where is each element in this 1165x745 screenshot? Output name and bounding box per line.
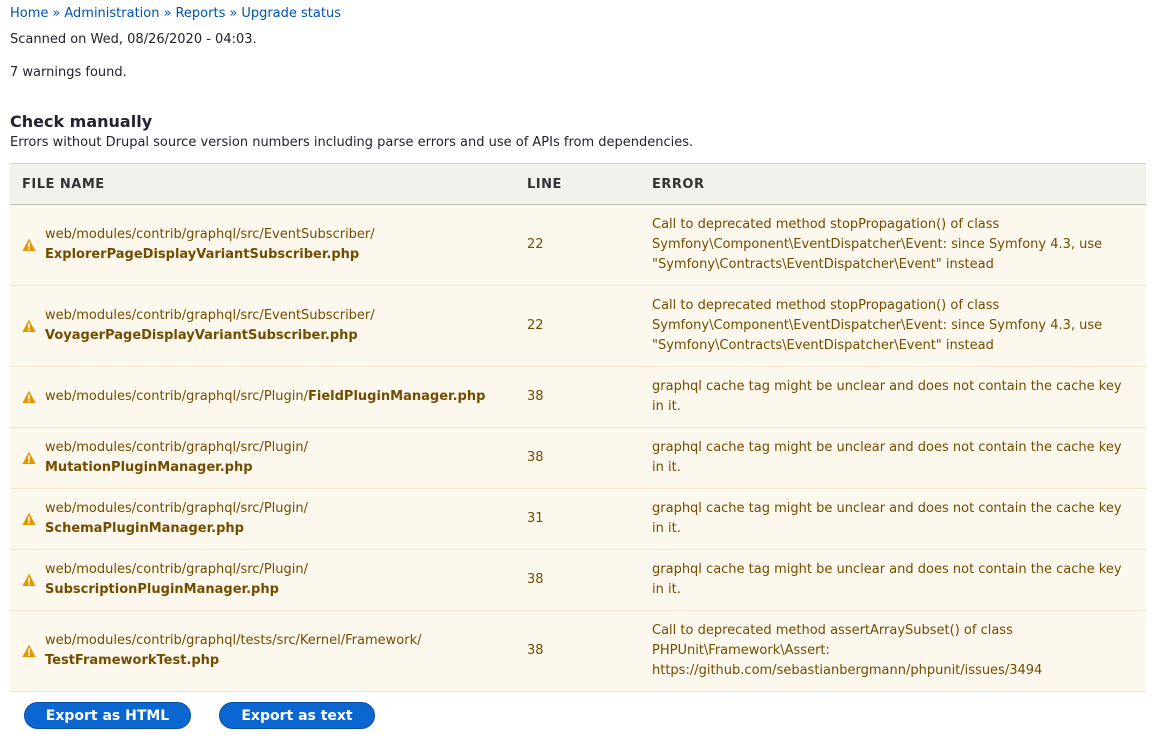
warning-icon bbox=[22, 644, 36, 657]
file-name: TestFrameworkTest.php bbox=[45, 653, 220, 668]
file-path: web/modules/contrib/graphql/src/Plugin/ bbox=[45, 501, 308, 516]
line-number: 22 bbox=[515, 204, 640, 286]
breadcrumb-home[interactable]: Home bbox=[10, 6, 48, 21]
file-name: FieldPluginManager.php bbox=[308, 389, 486, 404]
table-row: web/modules/contrib/graphql/src/Plugin/M… bbox=[10, 427, 1146, 489]
breadcrumb-administration[interactable]: Administration bbox=[64, 6, 159, 21]
line-number: 38 bbox=[515, 427, 640, 489]
export-html-button[interactable]: Export as HTML bbox=[24, 702, 191, 729]
table-row: web/modules/contrib/graphql/src/EventSub… bbox=[10, 204, 1146, 286]
file-cell: web/modules/contrib/graphql/src/Plugin/S… bbox=[10, 549, 515, 611]
header-line: LINE bbox=[515, 163, 640, 205]
breadcrumb-separator: » bbox=[52, 6, 61, 21]
table-row: web/modules/contrib/graphql/src/Plugin/F… bbox=[10, 366, 1146, 428]
line-number: 31 bbox=[515, 488, 640, 550]
error-message: graphql cache tag might be unclear and d… bbox=[640, 488, 1146, 550]
section-description: Errors without Drupal source version num… bbox=[10, 135, 694, 150]
header-error: ERROR bbox=[640, 163, 1146, 205]
error-message: graphql cache tag might be unclear and d… bbox=[640, 427, 1146, 489]
file-cell: web/modules/contrib/graphql/src/Plugin/S… bbox=[10, 488, 515, 550]
file-path: web/modules/contrib/graphql/src/EventSub… bbox=[45, 227, 375, 242]
error-message: graphql cache tag might be unclear and d… bbox=[640, 549, 1146, 611]
breadcrumb-separator: » bbox=[229, 6, 238, 21]
file-name: ExplorerPageDisplayVariantSubscriber.php bbox=[45, 247, 360, 262]
file-cell: web/modules/contrib/graphql/src/EventSub… bbox=[10, 285, 515, 367]
line-number: 38 bbox=[515, 610, 640, 692]
file-name: SchemaPluginManager.php bbox=[45, 521, 244, 536]
header-file-name: FILE NAME bbox=[10, 163, 515, 205]
file-path: web/modules/contrib/graphql/src/Plugin/ bbox=[45, 562, 308, 577]
breadcrumb: Home» Administration» Reports» Upgrade stat… bbox=[10, 5, 341, 22]
file-path: web/modules/contrib/graphql/src/Plugin/ bbox=[45, 389, 308, 404]
error-message: Call to deprecated method stopPropagatio… bbox=[640, 285, 1146, 367]
file-cell: web/modules/contrib/graphql/src/Plugin/F… bbox=[10, 366, 515, 428]
line-number: 38 bbox=[515, 366, 640, 428]
warning-icon bbox=[22, 319, 36, 332]
file-name: SubscriptionPluginManager.php bbox=[45, 582, 279, 597]
warning-icon bbox=[22, 238, 36, 251]
error-message: Call to deprecated method assertArraySub… bbox=[640, 610, 1146, 692]
warning-icon bbox=[22, 512, 36, 525]
line-number: 38 bbox=[515, 549, 640, 611]
file-name: VoyagerPageDisplayVariantSubscriber.php bbox=[45, 328, 358, 343]
warnings-count: 7 warnings found. bbox=[10, 65, 127, 80]
scan-date: Scanned on Wed, 08/26/2020 - 04:03. bbox=[10, 32, 257, 47]
error-message: graphql cache tag might be unclear and d… bbox=[640, 366, 1146, 428]
breadcrumb-upgrade-status[interactable]: Upgrade status bbox=[241, 6, 341, 21]
file-path: web/modules/contrib/graphql/tests/src/Ke… bbox=[45, 633, 422, 648]
file-path: web/modules/contrib/graphql/src/Plugin/ bbox=[45, 440, 308, 455]
table-header-row: FILE NAME LINE ERROR bbox=[10, 163, 1146, 205]
table-row: web/modules/contrib/graphql/tests/src/Ke… bbox=[10, 610, 1146, 692]
warning-icon bbox=[22, 390, 36, 403]
export-actions: Export as HTML Export as text bbox=[24, 702, 375, 729]
line-number: 22 bbox=[515, 285, 640, 367]
file-cell: web/modules/contrib/graphql/src/Plugin/M… bbox=[10, 427, 515, 489]
export-text-button[interactable]: Export as text bbox=[219, 702, 375, 729]
breadcrumb-reports[interactable]: Reports bbox=[175, 6, 225, 21]
warning-icon bbox=[22, 573, 36, 586]
error-message: Call to deprecated method stopPropagatio… bbox=[640, 204, 1146, 286]
file-cell: web/modules/contrib/graphql/tests/src/Ke… bbox=[10, 610, 515, 692]
warning-icon bbox=[22, 451, 36, 464]
warnings-table: FILE NAME LINE ERROR web/modules/contrib… bbox=[10, 163, 1146, 692]
file-cell: web/modules/contrib/graphql/src/EventSub… bbox=[10, 204, 515, 286]
file-path: web/modules/contrib/graphql/src/EventSub… bbox=[45, 308, 375, 323]
table-row: web/modules/contrib/graphql/src/Plugin/S… bbox=[10, 488, 1146, 550]
breadcrumb-separator: » bbox=[163, 6, 172, 21]
table-row: web/modules/contrib/graphql/src/EventSub… bbox=[10, 285, 1146, 367]
table-row: web/modules/contrib/graphql/src/Plugin/S… bbox=[10, 549, 1146, 611]
section-title: Check manually bbox=[10, 112, 153, 131]
file-name: MutationPluginManager.php bbox=[45, 460, 253, 475]
